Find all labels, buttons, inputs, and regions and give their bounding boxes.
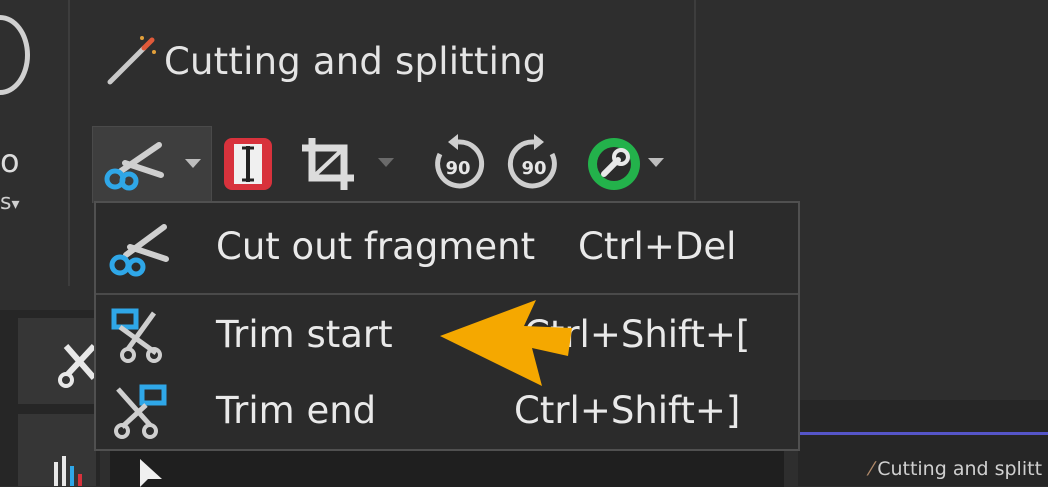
cursor-arrow-icon <box>140 459 162 487</box>
side-chart-button[interactable] <box>18 414 96 486</box>
menu-item-shortcut: Ctrl+Del <box>578 225 737 268</box>
timeline-area[interactable] <box>110 450 784 487</box>
group-title: Cutting and splitting <box>164 40 547 83</box>
selection-line <box>790 432 1048 435</box>
mini-group-title: ⁄ Cutting and splitt <box>870 458 1042 480</box>
ribbon-separator <box>68 0 70 286</box>
menu-item-shortcut: Ctrl+Shift+] <box>514 389 741 432</box>
left-dropdown[interactable]: s▾ <box>0 190 20 215</box>
menu-item-label: Trim start <box>216 313 393 356</box>
pointer-arrow-icon <box>440 300 572 386</box>
split-clip-icon[interactable] <box>220 134 276 194</box>
chevron-down-icon[interactable] <box>185 159 201 168</box>
trim-end-icon <box>114 384 167 439</box>
ribbon-separator <box>694 0 696 200</box>
menu-item-label: Cut out fragment <box>216 225 536 268</box>
scissors-icon <box>109 224 169 277</box>
magic-wand-icon <box>107 36 156 85</box>
trim-start-icon <box>111 308 162 363</box>
rotate-left-label: 90 <box>445 157 471 179</box>
cut-split-button[interactable] <box>92 126 212 203</box>
chevron-down-icon[interactable] <box>648 158 664 167</box>
left-button-label[interactable]: o <box>0 142 20 180</box>
mini-group-title-text: Cutting and splitt <box>877 458 1043 480</box>
scissors-icon <box>104 142 164 191</box>
menu-item-cut-out-fragment[interactable]: Cut out fragment Ctrl+Del <box>96 211 798 283</box>
rotate-left-button[interactable]: 90 <box>428 134 488 194</box>
menu-separator <box>96 293 798 295</box>
magic-wand-icon: ⁄ <box>870 458 874 480</box>
scissors-icon <box>58 343 97 388</box>
rotate-right-label: 90 <box>521 157 547 179</box>
levels-chart-icon <box>54 456 82 486</box>
chevron-down-icon[interactable] <box>378 158 394 167</box>
tools-wrench-icon[interactable] <box>584 134 644 194</box>
crop-icon[interactable] <box>298 134 360 194</box>
rotate-right-button[interactable]: 90 <box>504 134 564 194</box>
side-cut-button[interactable] <box>18 318 97 404</box>
left-dropdown-label: s <box>0 190 12 215</box>
menu-item-label: Trim end <box>216 389 377 432</box>
